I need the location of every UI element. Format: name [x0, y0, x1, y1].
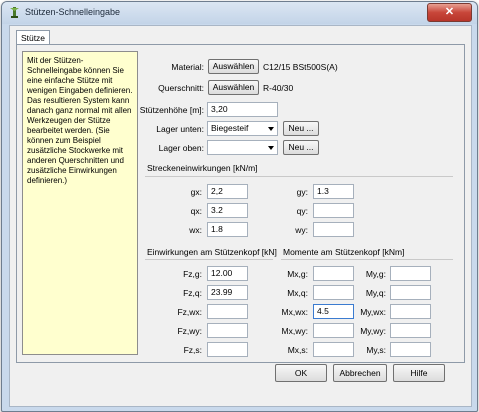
kopf-label: Fz,wx:	[177, 307, 202, 317]
dialog-client: Stütze Mit der Stützen-Schnelleingabe kö…	[9, 25, 472, 407]
mx-q-input[interactable]	[313, 285, 354, 300]
fz-wx-input[interactable]	[207, 304, 248, 319]
dialog-window: Stützen-Schnelleingabe ✕ Stütze Mit der …	[1, 1, 478, 412]
gx-label: gx:	[190, 187, 202, 197]
hoehe-input[interactable]: 3,20	[207, 102, 278, 117]
qy-input[interactable]	[313, 203, 354, 218]
hoehe-label: Stützenhöhe [m]:	[139, 105, 204, 115]
wy-label: wy:	[295, 225, 308, 235]
lager-unten-new-button[interactable]: Neu ...	[283, 121, 319, 136]
kopf-label: Fz,g:	[183, 269, 202, 279]
qy-label: qy:	[296, 206, 308, 216]
lager-oben-new-button[interactable]: Neu ...	[283, 140, 319, 155]
mx-label: Mx,wx:	[281, 307, 308, 317]
my-g-input[interactable]	[390, 266, 431, 281]
window-title: Stützen-Schnelleingabe	[25, 7, 121, 17]
fz-g-input[interactable]: 12.00	[207, 266, 248, 281]
mx-wy-input[interactable]	[313, 323, 354, 338]
my-q-input[interactable]	[390, 285, 431, 300]
qx-input[interactable]: 3.2	[207, 203, 248, 218]
querschnitt-value: R-40/30	[263, 83, 294, 93]
app-icon	[8, 6, 21, 19]
fz-q-input[interactable]: 23.99	[207, 285, 248, 300]
chevron-down-icon	[268, 127, 274, 131]
title-bar[interactable]: Stützen-Schnelleingabe ✕	[2, 2, 477, 24]
momente-divider	[281, 259, 453, 260]
kopf-title: Einwirkungen am Stützenkopf [kN]	[147, 247, 277, 257]
querschnitt-label: Querschnitt:	[158, 83, 204, 93]
kopf-label: Fz,wy:	[177, 326, 202, 336]
mx-label: Mx,q:	[287, 288, 308, 298]
lager-unten-label: Lager unten:	[156, 124, 204, 134]
my-label: My,q:	[365, 288, 386, 298]
mx-label: Mx,g:	[287, 269, 308, 279]
my-label: My,wy:	[360, 326, 386, 336]
mx-wx-input[interactable]: 4.5	[313, 304, 354, 319]
material-value: C12/15 BSt500S(A)	[263, 62, 338, 72]
wx-input[interactable]: 1.8	[207, 222, 248, 237]
lager-oben-label: Lager oben:	[158, 143, 204, 153]
my-label: My,g:	[365, 269, 386, 279]
my-wy-input[interactable]	[390, 323, 431, 338]
mx-label: Mx,s:	[287, 345, 308, 355]
wy-input[interactable]	[313, 222, 354, 237]
ok-button[interactable]: OK	[275, 364, 327, 382]
mx-label: Mx,wy:	[281, 326, 308, 336]
tab-page: Mit der Stützen-Schnelleingabe können Si…	[16, 44, 465, 363]
close-button[interactable]: ✕	[427, 3, 472, 22]
my-wx-input[interactable]	[390, 304, 431, 319]
info-panel: Mit der Stützen-Schnelleingabe können Si…	[22, 51, 138, 355]
querschnitt-select-button[interactable]: Auswählen	[208, 80, 259, 95]
cancel-button[interactable]: Abbrechen	[333, 364, 387, 382]
momente-title: Momente am Stützenkopf [kNm]	[283, 247, 405, 257]
gy-input[interactable]: 1.3	[313, 184, 354, 199]
mx-s-input[interactable]	[313, 342, 354, 357]
strecken-divider	[145, 176, 453, 177]
lager-oben-dropdown[interactable]	[207, 140, 278, 155]
my-label: My,s:	[366, 345, 386, 355]
wx-label: wx:	[189, 225, 202, 235]
lager-unten-value: Biegesteif	[211, 123, 249, 133]
material-select-button[interactable]: Auswählen	[208, 59, 259, 74]
close-icon: ✕	[444, 6, 455, 18]
gx-input[interactable]: 2,2	[207, 184, 248, 199]
my-label: My,wx:	[360, 307, 386, 317]
fz-wy-input[interactable]	[207, 323, 248, 338]
gy-label: gy:	[296, 187, 308, 197]
kopf-label: Fz,q:	[183, 288, 202, 298]
material-label: Material:	[171, 62, 204, 72]
mx-g-input[interactable]	[313, 266, 354, 281]
kopf-label: Fz,s:	[183, 345, 202, 355]
kopf-divider	[145, 259, 273, 260]
lager-unten-dropdown[interactable]: Biegesteif	[207, 121, 278, 136]
help-button[interactable]: Hilfe	[393, 364, 445, 382]
strecken-title: Streckeneinwirkungen [kN/m]	[147, 163, 258, 173]
fz-s-input[interactable]	[207, 342, 248, 357]
qx-label: qx:	[190, 206, 202, 216]
chevron-down-icon	[268, 146, 274, 150]
tab-stuetze[interactable]: Stütze	[16, 30, 50, 45]
my-s-input[interactable]	[390, 342, 431, 357]
